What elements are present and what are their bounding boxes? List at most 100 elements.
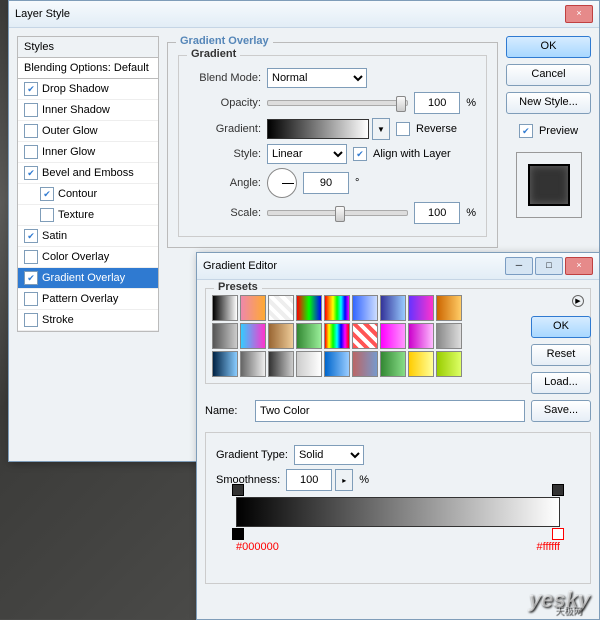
preset-swatch[interactable] (212, 351, 238, 377)
style-select[interactable]: Linear (267, 144, 347, 164)
preset-swatch[interactable] (240, 295, 266, 321)
preset-swatch[interactable] (352, 351, 378, 377)
scale-input[interactable] (414, 202, 460, 224)
preset-swatch[interactable] (380, 351, 406, 377)
preset-swatch[interactable] (296, 295, 322, 321)
preset-swatch[interactable] (296, 323, 322, 349)
preset-swatch[interactable] (324, 295, 350, 321)
preset-swatch[interactable] (240, 351, 266, 377)
opacity-stop-left[interactable] (232, 484, 244, 496)
window-title: Layer Style (15, 8, 565, 20)
cancel-button[interactable]: Cancel (506, 64, 591, 86)
style-item-stroke[interactable]: Stroke (18, 310, 158, 331)
style-checkbox[interactable] (24, 229, 38, 243)
style-item-bevel-and-emboss[interactable]: Bevel and Emboss (18, 163, 158, 184)
opacity-slider[interactable] (267, 100, 408, 106)
preset-swatch[interactable] (212, 295, 238, 321)
ge-close-icon[interactable]: × (565, 257, 593, 275)
save-button[interactable]: Save... (531, 400, 591, 422)
preset-swatch[interactable] (436, 323, 462, 349)
percent-label: % (466, 97, 476, 109)
ok-button[interactable]: OK (506, 36, 591, 58)
preset-swatch[interactable] (324, 351, 350, 377)
style-checkbox[interactable] (24, 313, 38, 327)
style-checkbox[interactable] (24, 124, 38, 138)
watermark-sub: 天极网 (555, 604, 582, 617)
styles-header[interactable]: Styles (18, 37, 158, 58)
preset-swatch[interactable] (240, 323, 266, 349)
maximize-icon[interactable]: □ (535, 257, 563, 275)
minimize-icon[interactable]: ─ (505, 257, 533, 275)
ge-titlebar[interactable]: Gradient Editor ─ □ × (197, 253, 599, 280)
titlebar[interactable]: Layer Style × (9, 1, 599, 28)
angle-dial[interactable] (267, 168, 297, 198)
style-checkbox[interactable] (24, 292, 38, 306)
preset-swatch[interactable] (380, 295, 406, 321)
opacity-stop-right[interactable] (552, 484, 564, 496)
scale-slider[interactable] (267, 210, 408, 216)
style-item-pattern-overlay[interactable]: Pattern Overlay (18, 289, 158, 310)
preview-swatch (528, 164, 570, 206)
style-label: Stroke (42, 314, 74, 326)
name-input[interactable] (255, 400, 525, 422)
section-legend: Gradient Overlay (176, 35, 273, 47)
close-icon[interactable]: × (565, 5, 593, 23)
style-item-satin[interactable]: Satin (18, 226, 158, 247)
style-checkbox[interactable] (24, 271, 38, 285)
style-item-drop-shadow[interactable]: Drop Shadow (18, 79, 158, 100)
style-item-gradient-overlay[interactable]: Gradient Overlay (18, 268, 158, 289)
preset-swatch[interactable] (296, 351, 322, 377)
ge-ok-button[interactable]: OK (531, 316, 591, 338)
chevron-down-icon[interactable]: ▼ (372, 118, 390, 140)
smoothness-arrow-icon[interactable]: ▸ (335, 469, 353, 491)
style-label: Color Overlay (42, 251, 109, 263)
preset-swatch[interactable] (352, 295, 378, 321)
reverse-checkbox[interactable] (396, 122, 410, 136)
style-item-contour[interactable]: Contour (18, 184, 158, 205)
style-checkbox[interactable] (24, 250, 38, 264)
style-item-inner-shadow[interactable]: Inner Shadow (18, 100, 158, 121)
style-checkbox[interactable] (24, 103, 38, 117)
smoothness-label: Smoothness: (216, 474, 280, 486)
preset-swatch[interactable] (324, 323, 350, 349)
align-checkbox[interactable] (353, 147, 367, 161)
reset-button[interactable]: Reset (531, 344, 591, 366)
preset-swatch[interactable] (268, 295, 294, 321)
preset-swatch[interactable] (268, 323, 294, 349)
style-item-inner-glow[interactable]: Inner Glow (18, 142, 158, 163)
preset-swatch[interactable] (408, 323, 434, 349)
style-checkbox[interactable] (24, 145, 38, 159)
preview-checkbox[interactable] (519, 124, 533, 138)
percent-label-2: % (466, 207, 476, 219)
type-select[interactable]: Solid (294, 445, 364, 465)
style-checkbox[interactable] (40, 208, 54, 222)
angle-input[interactable] (303, 172, 349, 194)
preset-swatch[interactable] (408, 295, 434, 321)
style-item-outer-glow[interactable]: Outer Glow (18, 121, 158, 142)
style-item-texture[interactable]: Texture (18, 205, 158, 226)
preview-label: Preview (539, 125, 578, 137)
blending-options[interactable]: Blending Options: Default (18, 58, 158, 79)
preset-swatch[interactable] (212, 323, 238, 349)
gradient-bar[interactable] (236, 497, 560, 527)
smoothness-input[interactable] (286, 469, 332, 491)
style-checkbox[interactable] (24, 82, 38, 96)
style-item-color-overlay[interactable]: Color Overlay (18, 247, 158, 268)
opacity-input[interactable] (414, 92, 460, 114)
load-button[interactable]: Load... (531, 372, 591, 394)
blend-mode-select[interactable]: Normal (267, 68, 367, 88)
preset-swatch[interactable] (268, 351, 294, 377)
play-icon[interactable]: ▶ (572, 295, 584, 307)
preset-swatch[interactable] (380, 323, 406, 349)
preset-swatch[interactable] (408, 351, 434, 377)
style-checkbox[interactable] (24, 166, 38, 180)
preset-swatch[interactable] (352, 323, 378, 349)
preset-swatch[interactable] (436, 351, 462, 377)
gradient-preview[interactable] (267, 119, 369, 139)
gradient-overlay-section: Gradient Overlay Gradient Blend Mode: No… (167, 42, 498, 248)
new-style-button[interactable]: New Style... (506, 92, 591, 114)
preset-swatch[interactable] (436, 295, 462, 321)
color-stop-right[interactable] (552, 528, 564, 540)
style-checkbox[interactable] (40, 187, 54, 201)
color-stop-left[interactable] (232, 528, 244, 540)
